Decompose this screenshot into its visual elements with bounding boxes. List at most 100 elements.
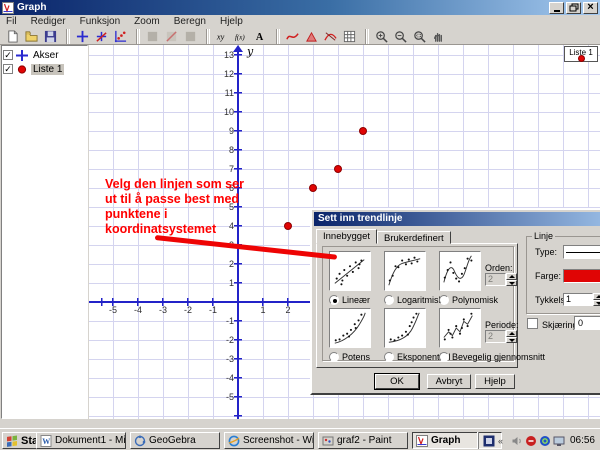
skjaering-checkbox[interactable] [527,318,538,329]
insert-trendline-icon[interactable] [92,29,111,44]
text-label-icon[interactable]: A [251,29,270,44]
avbryt-button[interactable]: Avbryt [427,374,471,389]
annotation-line: koordinatsystemet [105,222,275,237]
zoom-out-icon[interactable] [391,29,410,44]
periode-spinner[interactable]: 2 [485,330,517,343]
window-title: Graph [17,2,549,13]
insert-relation-icon[interactable] [302,29,321,44]
visibility-checkbox[interactable] [3,64,13,74]
insert-tangent-icon[interactable] [321,29,340,44]
show-table-icon[interactable] [340,29,359,44]
messenger-icon[interactable] [539,435,551,447]
menu-hjelp[interactable]: Hjelp [220,16,243,27]
task-dokument1[interactable]: WDokument1 - Microsoft ... [36,432,126,449]
window-titlebar[interactable]: Graph × [0,0,600,15]
axes-cross-icon [16,50,28,61]
hjelp-button[interactable]: Hjelp [475,374,515,389]
line-type-dropdown[interactable] [563,245,600,259]
shading-line-icon[interactable] [162,29,181,44]
legend-point-icon [578,55,585,62]
spin-down-icon[interactable] [506,337,517,344]
color-swatch [564,270,600,282]
legend-box: Liste 1 [564,46,598,62]
tab-page-innebygget: Orden: 2 Periode: 2 LineærLogaritmiskPol… [316,243,518,368]
orden-spinner[interactable]: 2 [485,273,517,286]
menu-beregn[interactable]: Beregn [174,16,206,27]
antivirus-icon[interactable] [525,435,537,447]
toolbar-separator [362,29,369,44]
y-tick-label: 13 [216,50,234,60]
point-series-icon [16,64,28,75]
function-icon[interactable]: f(x) [232,29,251,44]
menu-fil[interactable]: Fil [6,16,17,27]
tykkelse-spinner[interactable]: 1 [563,293,600,306]
menu-funksjon[interactable]: Funksjon [80,16,121,27]
radio-poly[interactable] [439,295,449,305]
trendline-option-log[interactable]: Logaritmisk [384,295,443,305]
volume-icon[interactable] [511,435,523,447]
radio-log[interactable] [384,295,394,305]
menu-zoom[interactable]: Zoom [134,16,160,27]
radio-linear[interactable] [329,295,339,305]
xy-coordinates-icon[interactable]: xy [213,29,232,44]
trendline-option-movavg[interactable]: Bevegelig gjennomsnitt [439,352,545,362]
function-list-panel: AkserListe 1 [1,45,88,419]
tree-item-label: Akser [31,50,61,61]
insert-trendline-dialog: Sett inn trendlinje InnebyggetBrukerdefi… [310,208,600,395]
shading-region-icon[interactable] [181,29,200,44]
menu-rediger[interactable]: Rediger [31,16,66,27]
close-button[interactable]: × [583,2,598,14]
tree-item-akser[interactable]: Akser [3,48,86,62]
display-icon[interactable] [553,435,565,447]
visibility-checkbox[interactable] [3,50,13,60]
collapse-tray-icon[interactable]: « [497,435,509,447]
radio-exp[interactable] [384,352,394,362]
spin-down-icon[interactable] [593,300,600,307]
tree-item-liste-1[interactable]: Liste 1 [3,62,86,76]
spin-down-icon[interactable] [506,280,517,287]
option-label: Polynomisk [452,295,498,305]
system-tray: « 06:56 [478,432,599,449]
shading-icon[interactable] [143,29,162,44]
restore-icon [569,3,579,12]
save-icon[interactable] [41,29,60,44]
tab-brukerdefinert[interactable]: Brukerdefinert [377,231,451,244]
paint-icon [322,435,334,447]
axes-icon[interactable] [73,29,92,44]
movavg-preview-image [439,308,481,348]
svg-text:xy: xy [216,32,225,41]
tab-innebygget[interactable]: Innebygget [316,229,377,244]
insert-curve-icon[interactable] [283,29,302,44]
restore-button[interactable] [566,2,581,14]
task-geogebra[interactable]: GeoGebra [130,432,220,449]
line-style-sample [566,252,600,253]
annotation-line: ut til å passe best med [105,192,275,207]
zoom-window-icon[interactable] [410,29,429,44]
dialog-tabs: InnebyggetBrukerdefinert [316,229,451,244]
skjaering-input[interactable]: 0 [574,316,600,330]
trendline-option-linear[interactable]: Lineær [329,295,370,305]
new-document-icon[interactable] [3,29,22,44]
minimize-icon [554,10,560,12]
open-folder-icon[interactable] [22,29,41,44]
radio-power[interactable] [329,352,339,362]
trendline-option-poly[interactable]: Polynomisk [439,295,498,305]
graph-icon [416,435,428,447]
line-color-dropdown[interactable] [563,269,600,283]
orden-label: Orden: [485,263,513,273]
menubar: Fil Rediger Funksjon Zoom Beregn Hjelp [0,15,600,28]
insert-point-series-icon[interactable] [111,29,130,44]
task-screenshot[interactable]: Screenshot - Wikipedia, ... [224,432,314,449]
dialog-titlebar[interactable]: Sett inn trendlinje [314,212,600,226]
minimize-button[interactable] [549,2,564,14]
y-tick-label: -2 [216,335,234,345]
trendline-option-power[interactable]: Potens [329,352,370,362]
ok-button[interactable]: OK [375,374,419,389]
zoom-in-icon[interactable] [372,29,391,44]
pan-icon[interactable] [429,29,448,44]
y-tick-label: -5 [216,392,234,402]
radio-movavg[interactable] [439,352,449,362]
task-graf2[interactable]: graf2 - Paint [318,432,408,449]
windows-logo-icon [6,435,18,447]
keyboard-layout-icon[interactable] [483,435,495,447]
